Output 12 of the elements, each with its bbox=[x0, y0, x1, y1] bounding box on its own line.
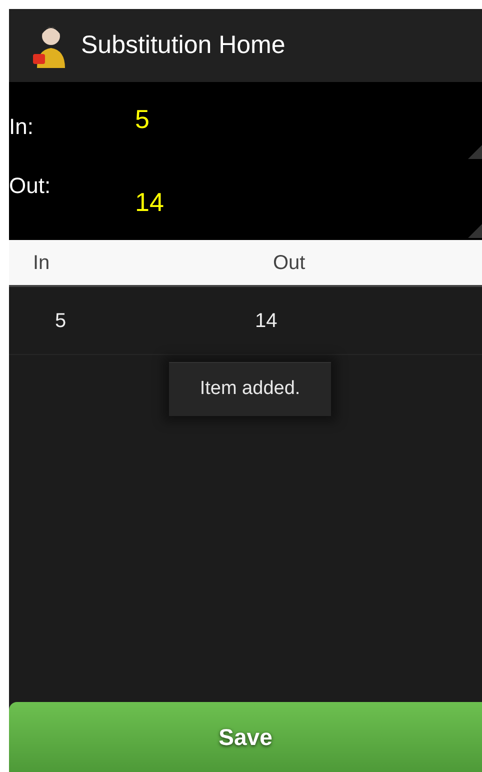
input-field[interactable]: 14 bbox=[127, 161, 482, 240]
input-field[interactable]: 5 bbox=[127, 82, 482, 161]
field-label: Out: bbox=[9, 172, 52, 200]
toast: Item added. bbox=[169, 362, 331, 416]
column-header: Out bbox=[273, 250, 306, 276]
field-corner-icon bbox=[468, 145, 482, 159]
screen-title: Substitution Home bbox=[81, 30, 286, 61]
field-label: In: bbox=[9, 113, 34, 141]
field-corner-icon bbox=[468, 224, 482, 238]
column-header: In bbox=[33, 250, 51, 276]
table-cell-text: 14 bbox=[255, 308, 278, 334]
table-cell-text: 5 bbox=[55, 308, 68, 334]
